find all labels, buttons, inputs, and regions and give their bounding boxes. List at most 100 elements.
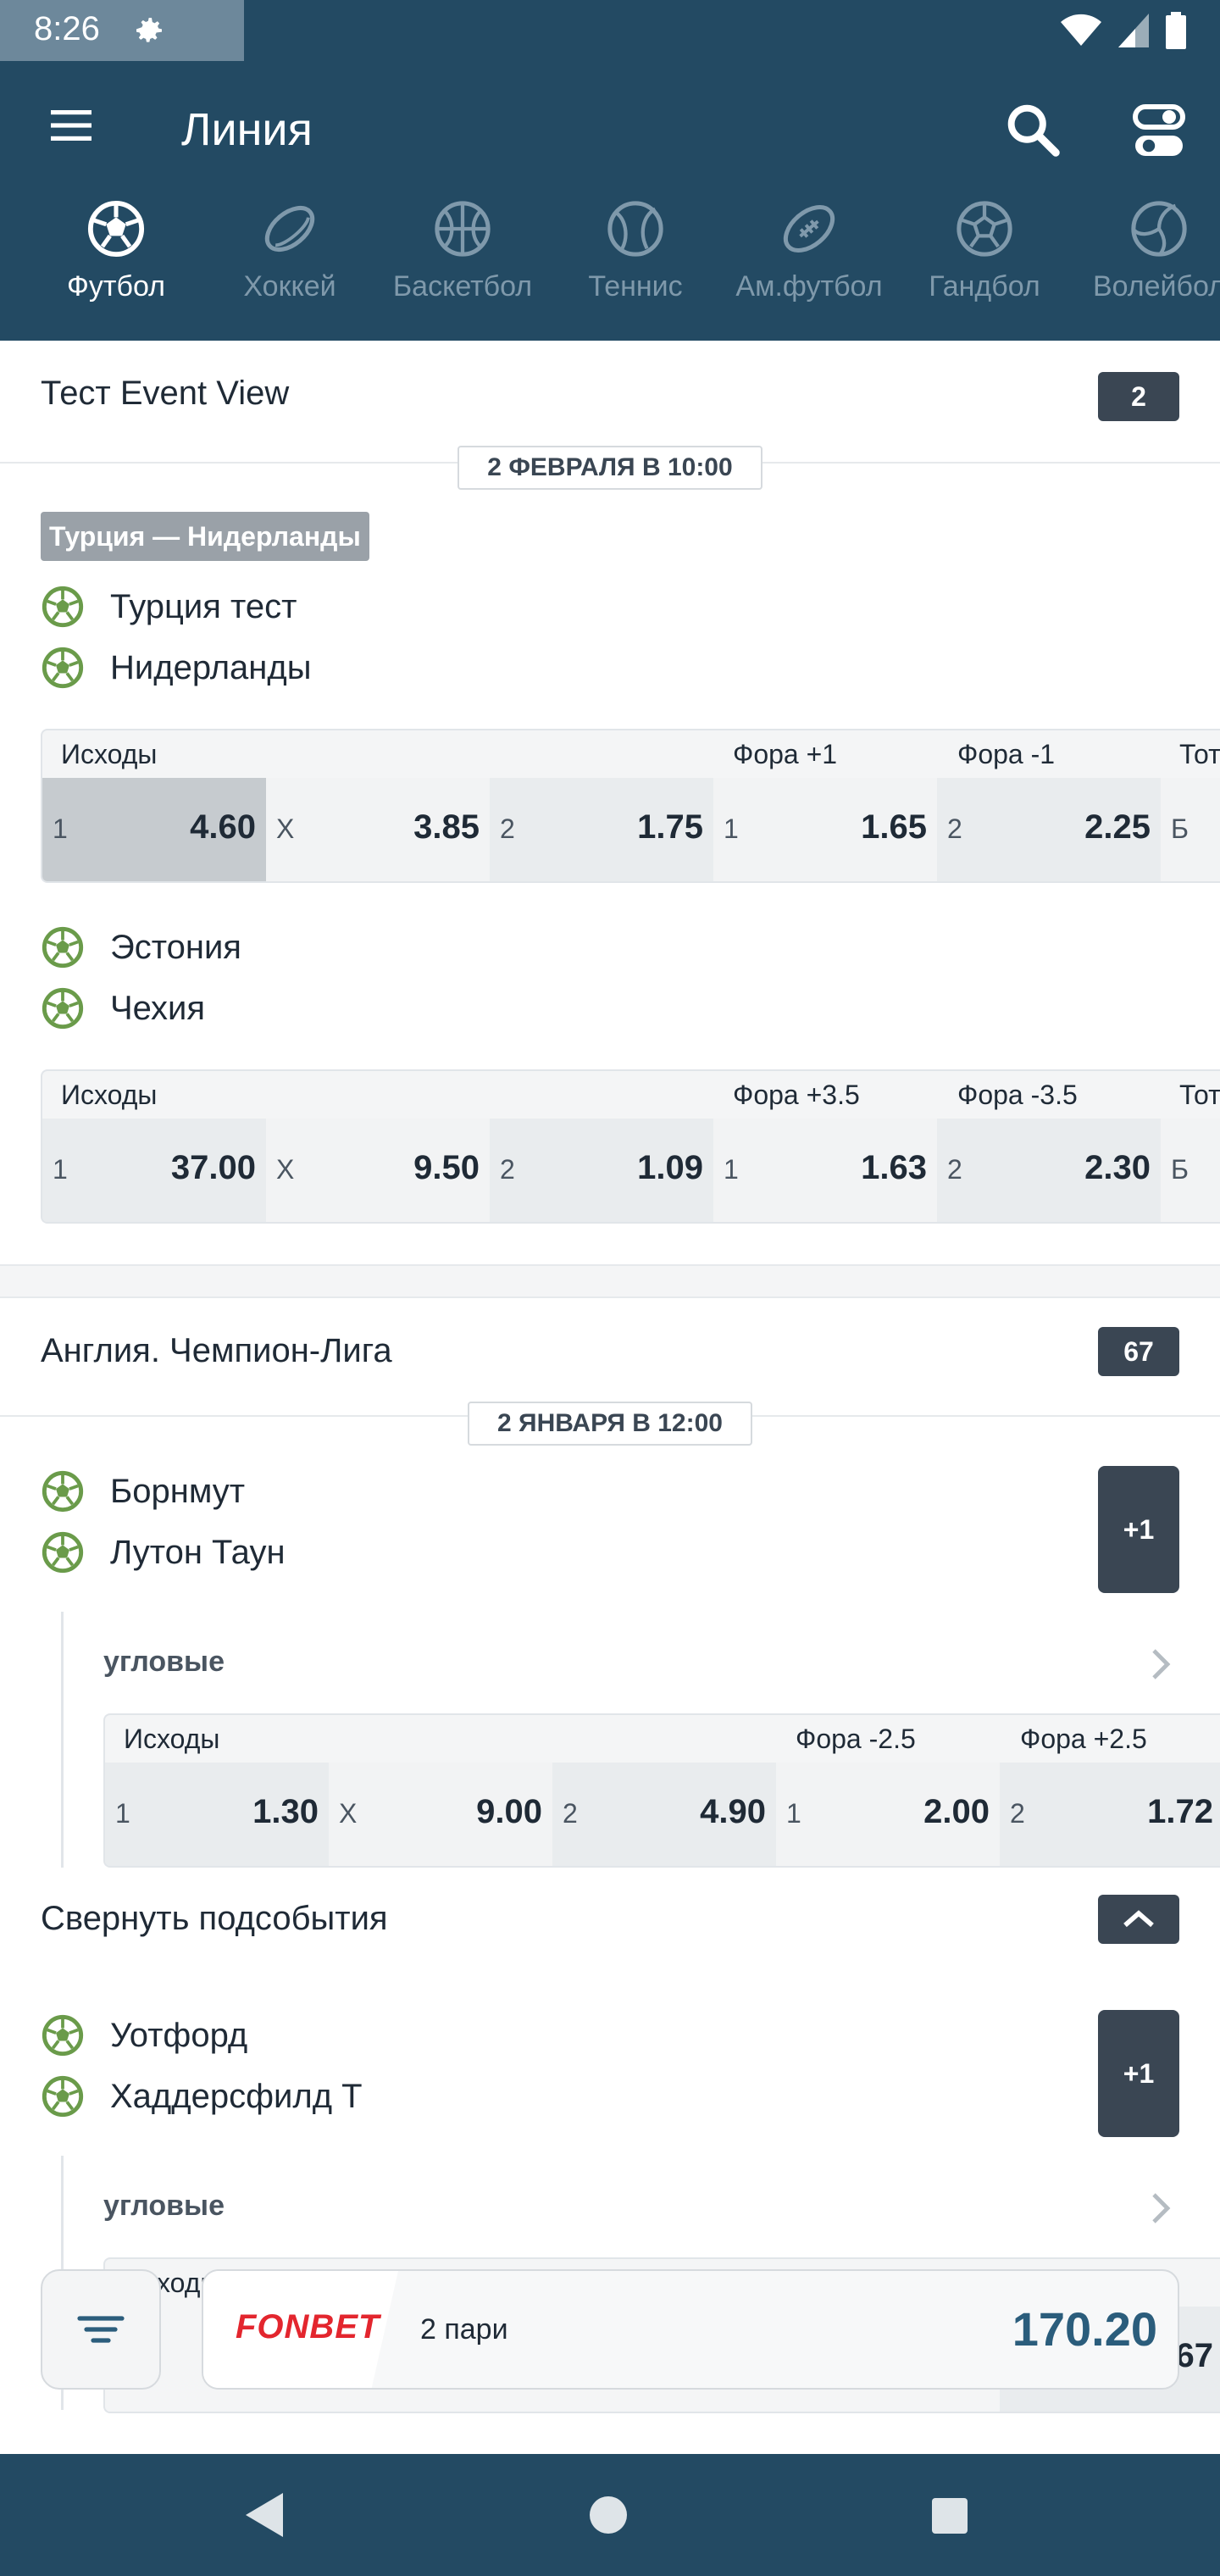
team-name-row[interactable]: Хаддерсфилд Т (41, 2071, 363, 2122)
team-name-row[interactable]: Эстония (41, 922, 241, 973)
odds-cell[interactable]: X 9.50 (266, 1119, 490, 1222)
team-name: Лутон Таун (110, 1533, 286, 1571)
more-markets-button[interactable]: +1 (1098, 1466, 1179, 1593)
odds-label: 2 (1010, 1798, 1025, 1829)
odds-label: X (276, 813, 295, 844)
tab-hockey[interactable]: Хоккей (205, 199, 374, 326)
team-name: Борнмут (110, 1472, 246, 1510)
team-name-row[interactable]: Борнмут (41, 1466, 245, 1517)
date-label: 2 ФЕВРАЛЯ В 10:00 (458, 446, 762, 490)
search-icon[interactable] (1005, 102, 1064, 161)
odds-label: 1 (53, 813, 68, 844)
odds-table: Исходы Фора +3.5 Фора -3.5 Тот 1 37.00 X9… (41, 1069, 1220, 1224)
odds-cell[interactable]: 2 1.09 (490, 1119, 713, 1222)
odds-cell[interactable]: Б (1161, 778, 1220, 881)
tab-label: Волейбол (1092, 270, 1220, 303)
menu-hamburger-icon[interactable] (47, 102, 95, 149)
tab-label: Ам.футбол (735, 270, 883, 303)
odds-value: 1.72 (1147, 1793, 1213, 1830)
team-name-row[interactable]: Нидерланды (41, 642, 311, 693)
tab-label: Теннис (588, 270, 683, 303)
home-icon[interactable] (588, 2495, 629, 2535)
odds-value: 1.63 (861, 1149, 927, 1186)
soccer-ball-icon (42, 926, 84, 969)
odds-cell[interactable]: 2 2.30 (937, 1119, 1161, 1222)
chevron-right-icon[interactable] (1144, 1647, 1178, 1681)
odds-label: 2 (500, 813, 515, 844)
odds-value: 9.50 (413, 1149, 480, 1186)
more-markets-button[interactable]: +1 (1098, 2010, 1179, 2137)
odds-cell[interactable]: Б (1161, 1119, 1220, 1222)
back-icon[interactable] (242, 2490, 286, 2540)
team-name-row[interactable]: Уотфорд (41, 2010, 247, 2061)
odds-cell[interactable]: 2 1.75 (490, 778, 713, 881)
odds-label: 2 (947, 813, 962, 844)
soccer-ball-icon (42, 1470, 84, 1513)
filter-button[interactable] (41, 2269, 161, 2390)
soccer-ball-icon (42, 647, 84, 689)
odds-cell[interactable]: 1 1.63 (713, 1119, 937, 1222)
odds-cell[interactable]: X 9.00 (329, 1763, 552, 1866)
wifi-icon (1061, 14, 1101, 46)
coupon-total-odds: 170.20 (1012, 2302, 1157, 2356)
odds-cell[interactable]: 1 4.60 (42, 778, 266, 881)
tab-football[interactable]: Футбол (31, 199, 201, 326)
american-football-icon (783, 205, 835, 253)
odds-value: 2.25 (1084, 808, 1151, 846)
odds-cell[interactable]: 1 1.65 (713, 778, 937, 881)
team-name-row[interactable]: Чехия (41, 983, 205, 1034)
league-title: Тест Event View (41, 375, 290, 412)
odds-cell[interactable]: 2 4.90 (552, 1763, 776, 1866)
tab-volleyball[interactable]: Волейбол (1074, 199, 1220, 326)
tab-handball[interactable]: Гандбол (900, 199, 1069, 326)
status-icons (1061, 12, 1186, 49)
settings-toggle-icon[interactable] (1132, 103, 1186, 159)
subevent-label[interactable]: угловые (103, 2190, 225, 2223)
market-header: Исходы (61, 1080, 158, 1110)
basketball-icon (435, 201, 491, 257)
odds-cell[interactable]: 1 2.00 (776, 1763, 1000, 1866)
odds-cell[interactable]: 1 37.00 (42, 1119, 266, 1222)
recents-icon[interactable] (930, 2496, 969, 2535)
signal-icon (1118, 14, 1149, 47)
tennis-ball-icon (607, 201, 663, 257)
odds-label: 2 (500, 1154, 515, 1185)
system-nav-bar (0, 2454, 1220, 2576)
tab-basketball[interactable]: Баскетбол (378, 199, 547, 326)
league-header[interactable]: Англия. Чемпион-Лига 67 (0, 1298, 1220, 1417)
soccer-ball-icon (42, 1531, 84, 1574)
tab-label: Баскетбол (392, 270, 533, 303)
team-name: Турция тест (110, 587, 297, 625)
collapse-button[interactable] (1098, 1895, 1179, 1944)
odds-label: Б (1171, 1154, 1189, 1185)
battery-icon (1166, 12, 1186, 49)
team-name-row[interactable]: Лутон Таун (41, 1527, 286, 1578)
tab-american-football[interactable]: Ам.футбол (724, 199, 894, 326)
handball-icon (957, 201, 1012, 257)
team-name-row[interactable]: Турция тест (41, 581, 297, 632)
market-header: Фора -3.5 (957, 1080, 1078, 1110)
tab-label: Футбол (67, 270, 165, 303)
odds-cell[interactable]: 1 1.30 (105, 1763, 329, 1866)
odds-label: 1 (786, 1798, 801, 1829)
odds-cell[interactable]: 2 1.72 (1000, 1763, 1220, 1866)
odds-cell[interactable]: 2 2.25 (937, 778, 1161, 881)
odds-label: 1 (53, 1154, 68, 1185)
bet-coupon-bar[interactable]: FONBET 2 пари 170.20 (202, 2269, 1179, 2390)
market-header: Исходы (124, 1724, 220, 1754)
tab-tennis[interactable]: Теннис (551, 199, 720, 326)
date-label: 2 ЯНВАРЯ В 12:00 (468, 1402, 752, 1446)
odds-value: 2.30 (1084, 1149, 1151, 1186)
odds-label: 2 (563, 1798, 578, 1829)
chevron-right-icon[interactable] (1144, 2191, 1178, 2225)
collapse-subevents-label[interactable]: Свернуть подсобытия (41, 1900, 388, 1938)
subevent-label[interactable]: угловые (103, 1646, 225, 1679)
odds-value: 67 (1175, 2337, 1214, 2374)
team-name: Эстония (110, 928, 241, 966)
soccer-ball-icon (42, 586, 84, 628)
market-header: Фора -1 (957, 739, 1056, 769)
market-header: Фора +1 (733, 739, 838, 769)
market-header: Фора +2.5 (1020, 1724, 1147, 1754)
odds-cell[interactable]: X 3.85 (266, 778, 490, 881)
odds-label: 1 (115, 1798, 130, 1829)
